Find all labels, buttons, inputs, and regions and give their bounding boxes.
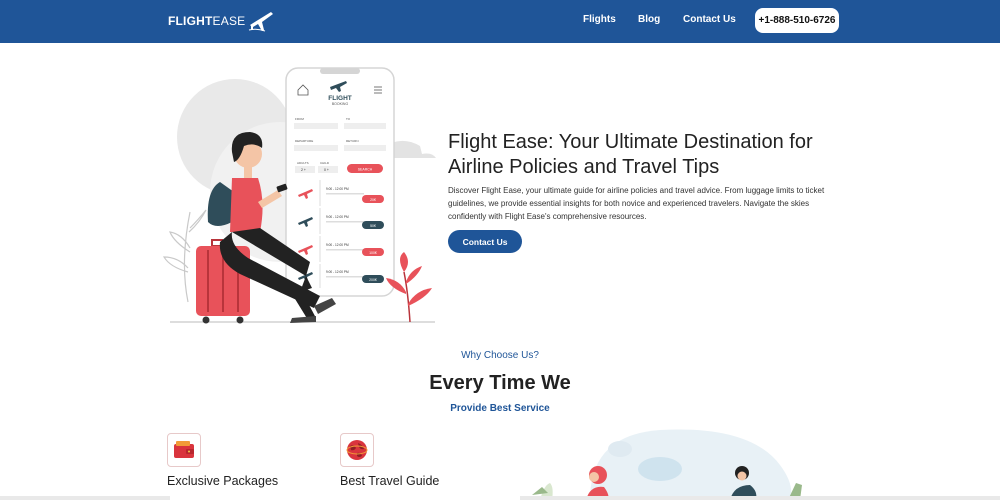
nav-link-blog[interactable]: Blog: [638, 14, 660, 25]
hero-contact-us-button[interactable]: Contact Us: [448, 230, 522, 253]
svg-text:FROM: FROM: [295, 117, 304, 121]
svg-text:RETURN: RETURN: [346, 139, 359, 143]
mockup-brand-top: FLIGHT: [328, 95, 351, 102]
svg-text:9:00 - 12:00 PM: 9:00 - 12:00 PM: [326, 215, 349, 219]
feature-title-best-travel-guide: Best Travel Guide: [340, 474, 440, 488]
svg-text:TO: TO: [346, 117, 351, 121]
site-logo[interactable]: FLIGHTEASE: [168, 8, 275, 34]
svg-text:9:00 - 12:00 PM: 9:00 - 12:00 PM: [326, 187, 349, 191]
globe-icon: [340, 433, 374, 467]
svg-text:2 +: 2 +: [301, 168, 306, 172]
mockup-brand-bottom: BOOKING: [332, 102, 349, 106]
svg-text:CHILD: CHILD: [320, 161, 330, 165]
svg-text:0 +: 0 +: [324, 168, 329, 172]
feature-title-exclusive-packages: Exclusive Packages: [167, 474, 279, 488]
top-navbar: FLIGHTEASE Flights Blog Contact Us +1-88…: [0, 0, 1000, 43]
wallet-icon: [167, 433, 201, 467]
section-kicker: Why Choose Us?: [461, 350, 539, 361]
nav-link-flights[interactable]: Flights: [583, 14, 616, 25]
svg-text:50€: 50€: [370, 224, 376, 228]
nav-link-contact-us[interactable]: Contact Us: [683, 14, 736, 25]
logo-text: FLIGHTEASE: [168, 14, 246, 28]
airplane-logo-icon: [249, 12, 274, 32]
beach-travelers-illustration: [532, 429, 802, 500]
phone-number-button[interactable]: +1-888-510-6726: [755, 8, 839, 33]
svg-text:ADULTS: ADULTS: [297, 161, 309, 165]
svg-text:200€: 200€: [369, 278, 377, 282]
hero-illustration: FLIGHT BOOKING FROM TO DEPARTURE RETURN …: [162, 67, 436, 324]
section-subtitle: Provide Best Service: [450, 403, 550, 414]
svg-text:SEARCH: SEARCH: [358, 168, 373, 172]
svg-text:DEPARTURE: DEPARTURE: [295, 139, 313, 143]
bottom-divider: [0, 496, 1000, 500]
section-title: Every Time We: [429, 372, 571, 394]
svg-text:9:00 - 12:00 PM: 9:00 - 12:00 PM: [326, 243, 349, 247]
svg-text:9:00 - 12:00 PM: 9:00 - 12:00 PM: [326, 270, 349, 274]
hero-title: Flight Ease: Your Ultimate Destination f…: [448, 131, 813, 178]
svg-text:100€: 100€: [369, 251, 377, 255]
hero-description: Discover Flight Ease, your ultimate guid…: [448, 186, 825, 221]
svg-text:20€: 20€: [370, 198, 376, 202]
